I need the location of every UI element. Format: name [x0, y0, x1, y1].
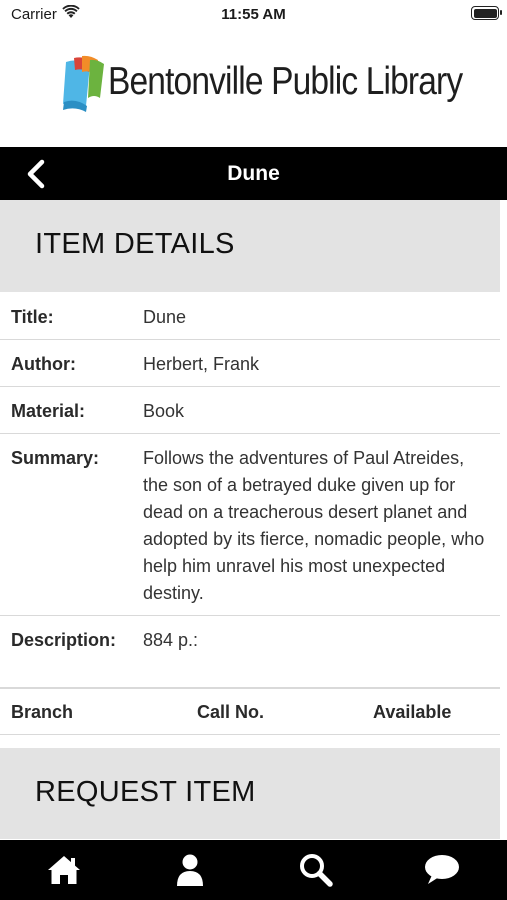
chat-icon: [425, 855, 459, 884]
account-icon: [177, 854, 203, 886]
item-details-header: ITEM DETAILS: [0, 200, 500, 292]
request-item-header[interactable]: REQUEST ITEM: [0, 748, 500, 839]
column-header-available: Available: [373, 702, 452, 722]
summary-label: Summary:: [11, 448, 100, 468]
nav-title: Dune: [227, 162, 280, 185]
material-value: Book: [143, 401, 185, 421]
column-header-branch: Branch: [11, 702, 74, 722]
summary-value: Follows the adventures of Paul Atreides,…: [143, 448, 485, 603]
material-label: Material:: [11, 401, 86, 421]
author-label: Author:: [11, 354, 76, 374]
library-name: Bentonville Public Library: [108, 60, 463, 103]
detail-row-author: Author: Herbert, Frank: [0, 340, 500, 387]
library-header: Bentonville Public Library: [0, 30, 507, 147]
status-time: 11:55 AM: [221, 6, 286, 23]
column-header-call-no: Call No.: [197, 702, 265, 722]
detail-row-material: Material: Book: [0, 387, 500, 434]
description-value: 884 p.:: [143, 630, 199, 650]
detail-row-title: Title: Dune: [0, 293, 500, 340]
tab-home[interactable]: [41, 848, 87, 892]
tab-chat[interactable]: [419, 848, 465, 892]
battery-icon: [471, 6, 502, 20]
author-value: Herbert, Frank: [143, 354, 260, 374]
search-icon: [300, 854, 333, 887]
detail-row-summary: Summary: Follows the adventures of Paul …: [0, 434, 500, 616]
description-label: Description:: [11, 630, 117, 650]
request-item-heading: REQUEST ITEM: [35, 776, 256, 808]
tab-bar: [0, 840, 507, 900]
tab-search[interactable]: [293, 848, 339, 892]
item-details-heading: ITEM DETAILS: [35, 228, 235, 260]
detail-row-description: Description: 884 p.:: [0, 616, 500, 688]
title-value: Dune: [143, 307, 187, 327]
title-label: Title:: [11, 307, 54, 327]
status-bar: Carrier 11:55 AM: [0, 0, 507, 30]
tab-account[interactable]: [167, 848, 213, 892]
home-icon: [48, 856, 80, 884]
holdings-table-header: Branch Call No. Available: [0, 688, 500, 735]
navigation-bar: Dune: [0, 147, 507, 200]
library-book-logo-icon: [63, 55, 104, 112]
